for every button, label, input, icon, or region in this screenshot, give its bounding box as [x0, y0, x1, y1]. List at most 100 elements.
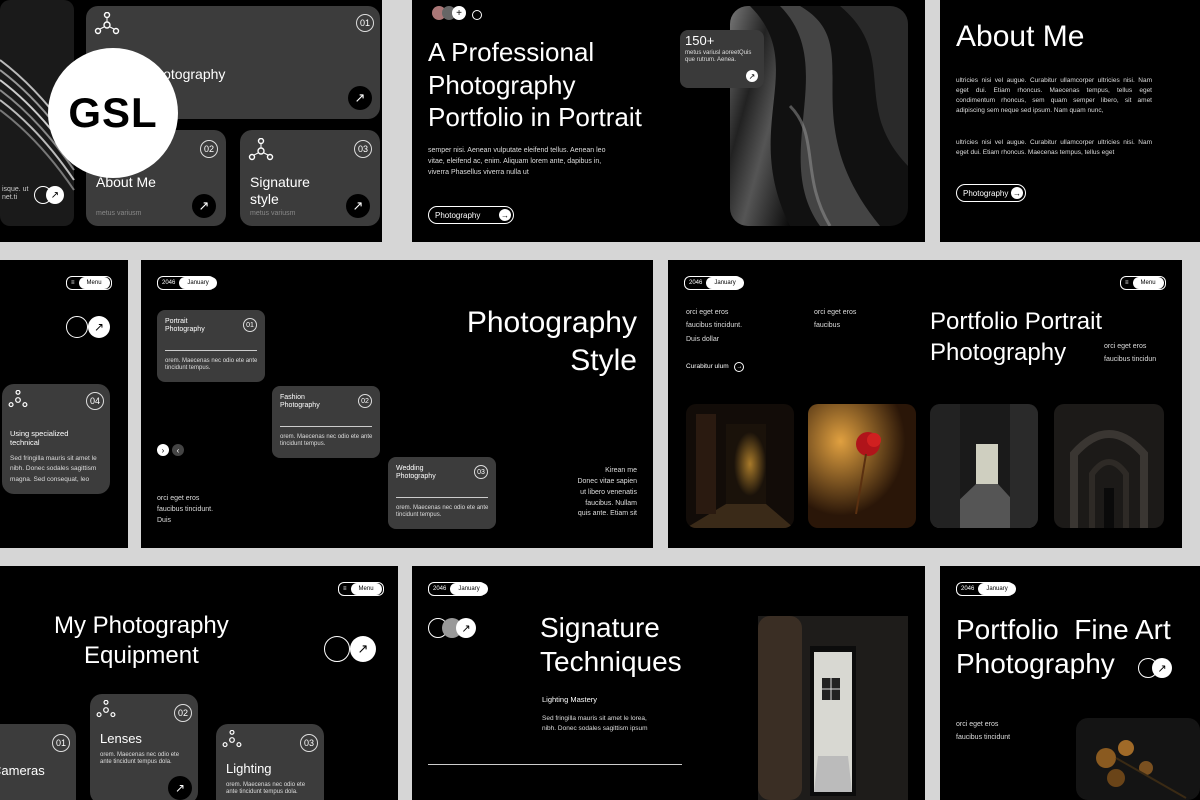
date-tag: 2046 January [157, 276, 217, 290]
arrow-button[interactable]: ↗ [168, 776, 192, 800]
arrow-button[interactable]: ↗ [346, 194, 370, 218]
arrow-icon[interactable]: ↗ [1152, 658, 1172, 678]
card-number: 03 [300, 734, 318, 752]
arrow-icon[interactable]: ↗ [350, 636, 376, 662]
card-number: 03 [354, 140, 372, 158]
photo-dried-flowers [1076, 718, 1200, 800]
slide-title: About Me [956, 20, 1085, 53]
card-technical[interactable]: 04 Using specialized technical Sed fring… [2, 384, 110, 494]
title-line-1: My Photography [54, 612, 229, 639]
card-number: 01 [52, 734, 70, 752]
body-text: Sed fringilla mauris sit amet le lorea, … [542, 715, 648, 733]
card-lighting[interactable]: 03 Lighting orem. Maecenas nec odio ete … [216, 724, 324, 800]
slide-6[interactable]: 2046 January ≡ Menu orci eget eros faucibu… [668, 260, 1182, 548]
title-line-1: Signature [540, 612, 660, 643]
card-portrait[interactable]: Portrait Photography 01 orem. Maecenas n… [157, 310, 265, 382]
curabitur-link[interactable]: Curabitur ulum → [686, 362, 745, 372]
card-sub: metus variusm [250, 210, 296, 217]
menu-label: Menu [78, 277, 110, 289]
slide-3[interactable]: About Me ultricies nisi vel augue. Curab… [940, 0, 1200, 242]
arrow-button[interactable]: ↗ [192, 194, 216, 218]
title-line-2: Equipment [84, 642, 199, 669]
card-number: 02 [174, 704, 192, 722]
slide-8[interactable]: 2046 January ↗ Signature Techniques Light… [412, 566, 925, 800]
card-title: Wedding Photography [396, 465, 436, 481]
body-text: semper nisi. Aenean vulputate eleifend t… [428, 147, 606, 176]
card-text: orem. Maecenas nec odio ete ante tincidu… [165, 358, 258, 371]
card-fashion[interactable]: Fashion Photography 02 orem. Maecenas ne… [272, 386, 380, 458]
link-label: Curabitur ulum [686, 363, 729, 370]
stat-text: metus variusl aoreetQuis que rutrum. Aen… [685, 50, 752, 63]
network-icon [8, 390, 28, 408]
photo-flower [808, 404, 916, 528]
card-number: 04 [86, 392, 104, 410]
card-text: Sed fringilla mauris sit amet le nibh. D… [10, 455, 97, 483]
slide-5[interactable]: 2046 January Photography Style Portrait P… [141, 260, 653, 548]
date-tag: 2046 January [428, 582, 488, 596]
menu-tag[interactable]: ≡ Menu [338, 582, 384, 596]
arrow-icon[interactable]: ↗ [46, 186, 64, 204]
next-button[interactable]: › [157, 444, 169, 456]
card-title: Cameras [0, 763, 45, 778]
photo-arches [1054, 404, 1164, 528]
title-line-1: Portfolio Fine Art [956, 614, 1171, 645]
network-icon [222, 730, 242, 748]
arrow-icon: → [734, 362, 745, 372]
network-circle-icon [324, 636, 350, 662]
card-number: 01 [243, 318, 257, 332]
add-icon[interactable] [472, 10, 482, 20]
photo-corridor-1 [686, 404, 794, 528]
year: 2046 [433, 586, 447, 592]
network-circle-icon [66, 316, 88, 338]
slide-title: Portfolio Portrait Photography [930, 308, 1103, 367]
menu-icon: ≡ [71, 280, 75, 286]
slide-title: A Professional Photography Portfolio in … [428, 37, 642, 132]
card-number: 03 [474, 465, 488, 479]
card-number: 02 [200, 140, 218, 158]
slide-7[interactable]: ≡Menu My Photography Equipment ↗ 01 Came… [0, 566, 398, 800]
month: January [450, 583, 488, 595]
card-lenses[interactable]: 02 Lenses orem. Maecenas nec odio ete an… [90, 694, 198, 800]
stat-card: 150+ metus variusl aoreetQuis que rutrum… [680, 30, 764, 88]
photography-button[interactable]: Photography → [428, 206, 514, 224]
card-cameras[interactable]: 01 Cameras [0, 724, 76, 800]
subheading: Lighting Mastery [542, 695, 598, 704]
card-label: Signature style [250, 174, 310, 207]
card-wedding[interactable]: Wedding Photography 03 orem. Maecenas ne… [388, 457, 496, 529]
left-text: isque. ut net.ti [2, 186, 29, 202]
card-title: Portrait Photography [165, 318, 205, 334]
menu-icon: ≡ [343, 586, 347, 592]
slide-2[interactable]: + A Professional Photography Portfolio i… [412, 0, 925, 242]
year: 2046 [689, 280, 703, 286]
prev-button[interactable]: ‹ [172, 444, 184, 456]
month: January [706, 277, 744, 289]
button-label: Photography [963, 188, 1009, 198]
left-bottom-text: orci eget eros faucibus tincidunt. Duis [157, 495, 214, 524]
photography-button[interactable]: Photography → [956, 184, 1026, 202]
menu-tag[interactable]: ≡ Menu [1120, 276, 1166, 290]
arrow-icon[interactable]: ↗ [746, 70, 758, 82]
plus-icon: + [452, 6, 466, 20]
title-line-2: Style [570, 344, 637, 377]
photo-doorway [758, 616, 908, 800]
badge-text: GSL [68, 89, 158, 136]
slide-4[interactable]: ≡ Menu ↗ 04 Using specialized technical S… [0, 260, 128, 548]
stat-value: 150+ [685, 33, 715, 48]
arrow-icon: → [499, 209, 511, 221]
menu-label: Menu [1132, 277, 1164, 289]
button-label: Photography [435, 210, 481, 220]
divider [165, 350, 257, 351]
arrow-icon[interactable]: ↗ [88, 316, 110, 338]
arrow-button[interactable]: ↗ [348, 86, 372, 110]
divider [280, 426, 372, 427]
slide-9[interactable]: 2046 January Portfolio Fine Art Photograp… [940, 566, 1200, 800]
month: January [179, 277, 217, 289]
year: 2046 [961, 586, 975, 592]
menu-tag[interactable]: ≡ Menu [66, 276, 112, 290]
gsl-badge: GSL [48, 48, 178, 178]
arrow-icon: → [1011, 187, 1023, 199]
card-signature-style[interactable]: 03 Signature style metus variusm ↗ [240, 130, 380, 226]
card-text: orem. Maecenas nec odio ete ante tincidu… [280, 434, 373, 447]
arrow-icon[interactable]: ↗ [456, 618, 476, 638]
paragraph-2: ultricies nisi vel augue. Curabitur ulla… [956, 139, 1152, 157]
